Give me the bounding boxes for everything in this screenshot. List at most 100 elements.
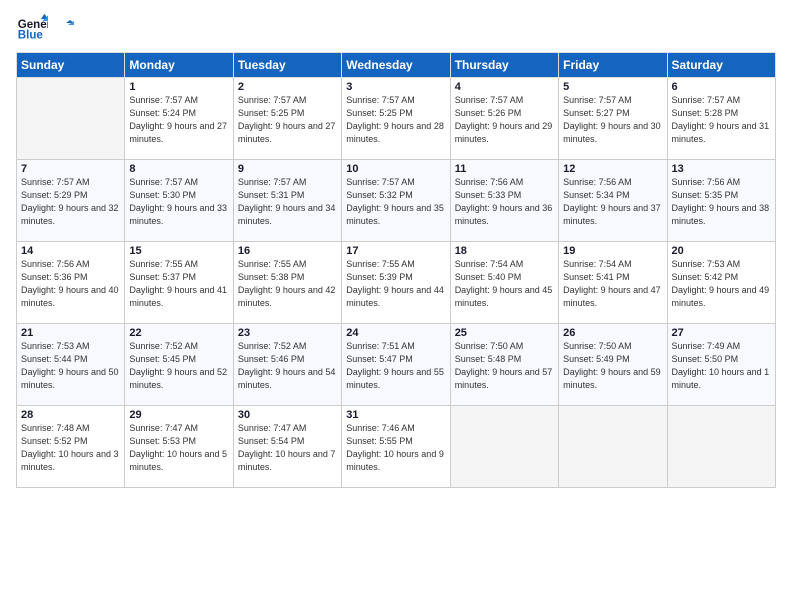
calendar-cell: 2Sunrise: 7:57 AMSunset: 5:25 PMDaylight… (233, 78, 341, 160)
day-number: 28 (21, 409, 120, 421)
calendar-cell: 15Sunrise: 7:55 AMSunset: 5:37 PMDayligh… (125, 242, 233, 324)
calendar-cell: 12Sunrise: 7:56 AMSunset: 5:34 PMDayligh… (559, 160, 667, 242)
weekday-header: Thursday (450, 53, 558, 78)
calendar-cell: 22Sunrise: 7:52 AMSunset: 5:45 PMDayligh… (125, 324, 233, 406)
day-info: Sunrise: 7:54 AMSunset: 5:41 PMDaylight:… (563, 258, 662, 310)
calendar-cell: 6Sunrise: 7:57 AMSunset: 5:28 PMDaylight… (667, 78, 775, 160)
day-info: Sunrise: 7:57 AMSunset: 5:25 PMDaylight:… (238, 94, 337, 146)
day-info: Sunrise: 7:56 AMSunset: 5:36 PMDaylight:… (21, 258, 120, 310)
day-number: 16 (238, 245, 337, 257)
calendar-cell: 1Sunrise: 7:57 AMSunset: 5:24 PMDaylight… (125, 78, 233, 160)
day-info: Sunrise: 7:57 AMSunset: 5:29 PMDaylight:… (21, 176, 120, 228)
calendar-cell: 5Sunrise: 7:57 AMSunset: 5:27 PMDaylight… (559, 78, 667, 160)
logo-icon: General Blue (16, 12, 48, 44)
calendar-cell: 14Sunrise: 7:56 AMSunset: 5:36 PMDayligh… (17, 242, 125, 324)
day-info: Sunrise: 7:57 AMSunset: 5:27 PMDaylight:… (563, 94, 662, 146)
day-number: 14 (21, 245, 120, 257)
calendar-cell: 24Sunrise: 7:51 AMSunset: 5:47 PMDayligh… (342, 324, 450, 406)
calendar-cell: 26Sunrise: 7:50 AMSunset: 5:49 PMDayligh… (559, 324, 667, 406)
day-number: 6 (672, 81, 771, 93)
calendar-week-row: 14Sunrise: 7:56 AMSunset: 5:36 PMDayligh… (17, 242, 776, 324)
day-number: 30 (238, 409, 337, 421)
logo: General Blue (16, 12, 74, 44)
day-info: Sunrise: 7:51 AMSunset: 5:47 PMDaylight:… (346, 340, 445, 392)
calendar-cell: 20Sunrise: 7:53 AMSunset: 5:42 PMDayligh… (667, 242, 775, 324)
weekday-header: Sunday (17, 53, 125, 78)
calendar-cell: 21Sunrise: 7:53 AMSunset: 5:44 PMDayligh… (17, 324, 125, 406)
calendar-cell: 16Sunrise: 7:55 AMSunset: 5:38 PMDayligh… (233, 242, 341, 324)
day-number: 15 (129, 245, 228, 257)
day-number: 18 (455, 245, 554, 257)
calendar-cell: 25Sunrise: 7:50 AMSunset: 5:48 PMDayligh… (450, 324, 558, 406)
day-info: Sunrise: 7:57 AMSunset: 5:28 PMDaylight:… (672, 94, 771, 146)
day-number: 23 (238, 327, 337, 339)
calendar-cell: 23Sunrise: 7:52 AMSunset: 5:46 PMDayligh… (233, 324, 341, 406)
svg-text:Blue: Blue (18, 30, 44, 42)
calendar-cell: 19Sunrise: 7:54 AMSunset: 5:41 PMDayligh… (559, 242, 667, 324)
day-number: 22 (129, 327, 228, 339)
day-info: Sunrise: 7:52 AMSunset: 5:46 PMDaylight:… (238, 340, 337, 392)
day-info: Sunrise: 7:48 AMSunset: 5:52 PMDaylight:… (21, 422, 120, 474)
calendar-cell: 4Sunrise: 7:57 AMSunset: 5:26 PMDaylight… (450, 78, 558, 160)
weekday-header: Wednesday (342, 53, 450, 78)
day-number: 21 (21, 327, 120, 339)
calendar-week-row: 7Sunrise: 7:57 AMSunset: 5:29 PMDaylight… (17, 160, 776, 242)
day-info: Sunrise: 7:57 AMSunset: 5:30 PMDaylight:… (129, 176, 228, 228)
day-info: Sunrise: 7:55 AMSunset: 5:39 PMDaylight:… (346, 258, 445, 310)
day-info: Sunrise: 7:57 AMSunset: 5:26 PMDaylight:… (455, 94, 554, 146)
calendar-header: SundayMondayTuesdayWednesdayThursdayFrid… (17, 53, 776, 78)
calendar-page: General Blue SundayM (0, 0, 792, 612)
calendar-cell: 3Sunrise: 7:57 AMSunset: 5:25 PMDaylight… (342, 78, 450, 160)
day-number: 11 (455, 163, 554, 175)
calendar-cell (17, 78, 125, 160)
calendar-cell: 29Sunrise: 7:47 AMSunset: 5:53 PMDayligh… (125, 406, 233, 488)
day-info: Sunrise: 7:52 AMSunset: 5:45 PMDaylight:… (129, 340, 228, 392)
day-number: 1 (129, 81, 228, 93)
calendar-cell: 8Sunrise: 7:57 AMSunset: 5:30 PMDaylight… (125, 160, 233, 242)
day-info: Sunrise: 7:47 AMSunset: 5:53 PMDaylight:… (129, 422, 228, 474)
calendar-cell: 7Sunrise: 7:57 AMSunset: 5:29 PMDaylight… (17, 160, 125, 242)
calendar-cell: 13Sunrise: 7:56 AMSunset: 5:35 PMDayligh… (667, 160, 775, 242)
day-number: 12 (563, 163, 662, 175)
day-number: 4 (455, 81, 554, 93)
day-number: 9 (238, 163, 337, 175)
day-number: 3 (346, 81, 445, 93)
day-info: Sunrise: 7:56 AMSunset: 5:35 PMDaylight:… (672, 176, 771, 228)
day-info: Sunrise: 7:55 AMSunset: 5:38 PMDaylight:… (238, 258, 337, 310)
calendar-week-row: 28Sunrise: 7:48 AMSunset: 5:52 PMDayligh… (17, 406, 776, 488)
calendar-cell: 9Sunrise: 7:57 AMSunset: 5:31 PMDaylight… (233, 160, 341, 242)
day-number: 13 (672, 163, 771, 175)
calendar-body: 1Sunrise: 7:57 AMSunset: 5:24 PMDaylight… (17, 78, 776, 488)
weekday-header: Friday (559, 53, 667, 78)
day-info: Sunrise: 7:50 AMSunset: 5:49 PMDaylight:… (563, 340, 662, 392)
day-info: Sunrise: 7:53 AMSunset: 5:42 PMDaylight:… (672, 258, 771, 310)
calendar-cell: 30Sunrise: 7:47 AMSunset: 5:54 PMDayligh… (233, 406, 341, 488)
day-number: 17 (346, 245, 445, 257)
calendar-cell: 18Sunrise: 7:54 AMSunset: 5:40 PMDayligh… (450, 242, 558, 324)
day-number: 10 (346, 163, 445, 175)
calendar-cell: 31Sunrise: 7:46 AMSunset: 5:55 PMDayligh… (342, 406, 450, 488)
day-number: 27 (672, 327, 771, 339)
calendar-week-row: 21Sunrise: 7:53 AMSunset: 5:44 PMDayligh… (17, 324, 776, 406)
calendar-table: SundayMondayTuesdayWednesdayThursdayFrid… (16, 52, 776, 488)
day-number: 20 (672, 245, 771, 257)
calendar-cell (559, 406, 667, 488)
calendar-cell (667, 406, 775, 488)
day-number: 31 (346, 409, 445, 421)
calendar-cell: 10Sunrise: 7:57 AMSunset: 5:32 PMDayligh… (342, 160, 450, 242)
calendar-cell (450, 406, 558, 488)
day-info: Sunrise: 7:46 AMSunset: 5:55 PMDaylight:… (346, 422, 445, 474)
day-info: Sunrise: 7:56 AMSunset: 5:33 PMDaylight:… (455, 176, 554, 228)
weekday-header: Saturday (667, 53, 775, 78)
day-number: 19 (563, 245, 662, 257)
day-number: 24 (346, 327, 445, 339)
weekday-header: Monday (125, 53, 233, 78)
calendar-cell: 11Sunrise: 7:56 AMSunset: 5:33 PMDayligh… (450, 160, 558, 242)
page-header: General Blue (16, 12, 776, 44)
day-info: Sunrise: 7:57 AMSunset: 5:31 PMDaylight:… (238, 176, 337, 228)
calendar-cell: 28Sunrise: 7:48 AMSunset: 5:52 PMDayligh… (17, 406, 125, 488)
weekday-header: Tuesday (233, 53, 341, 78)
day-info: Sunrise: 7:50 AMSunset: 5:48 PMDaylight:… (455, 340, 554, 392)
day-number: 25 (455, 327, 554, 339)
calendar-cell: 27Sunrise: 7:49 AMSunset: 5:50 PMDayligh… (667, 324, 775, 406)
